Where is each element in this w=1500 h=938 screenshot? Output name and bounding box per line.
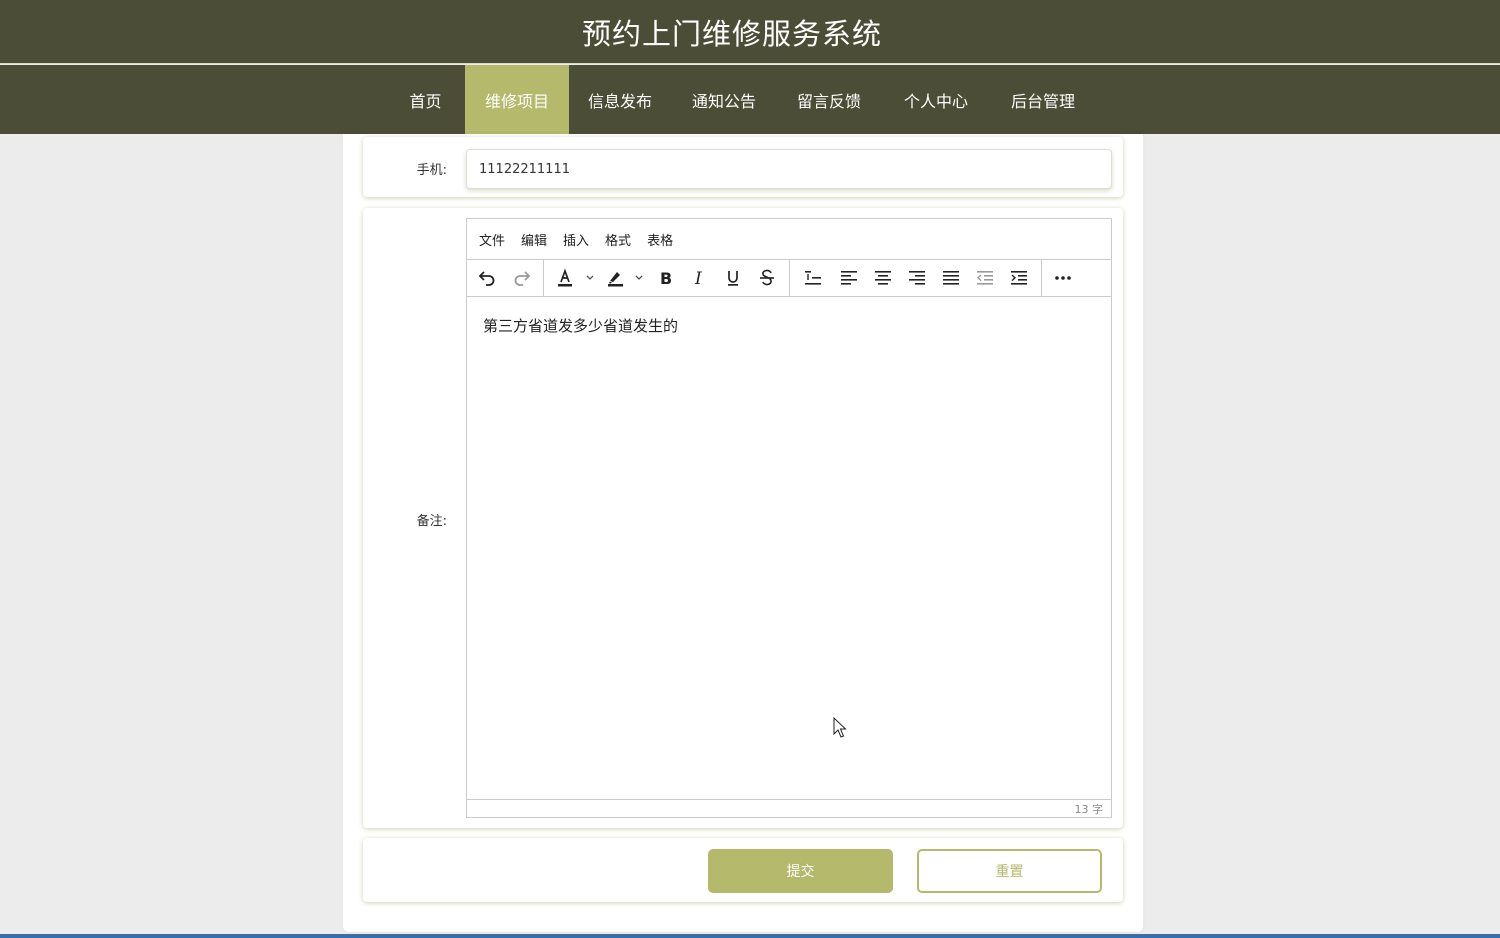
remark-label: 备注: — [416, 514, 447, 529]
align-justify-button[interactable] — [939, 264, 963, 292]
align-right-icon — [909, 271, 925, 285]
strikethrough-button[interactable] — [755, 264, 779, 292]
outdent-icon — [976, 271, 993, 285]
redo-button[interactable] — [510, 264, 534, 292]
word-count: 13 字 — [1074, 802, 1104, 816]
reset-button[interactable]: 重置 — [917, 849, 1102, 893]
nav-item-notices[interactable]: 通知公告 — [676, 65, 772, 134]
site-title: 预约上门维修服务系统 — [581, 16, 882, 51]
align-right-button[interactable] — [905, 264, 929, 292]
more-button[interactable] — [1051, 264, 1075, 292]
submit-button[interactable]: 提交 — [708, 849, 893, 893]
nav-item-home[interactable]: 首页 — [389, 65, 462, 134]
actions-row: 提交 重置 — [363, 838, 1123, 902]
underline-button[interactable] — [721, 264, 745, 292]
menu-table[interactable]: 表格 — [647, 230, 673, 249]
align-justify-icon — [943, 271, 959, 285]
bold-button[interactable]: B — [653, 264, 677, 292]
svg-text:B: B — [660, 269, 672, 288]
bold-icon: B — [660, 269, 672, 288]
mouse-cursor-icon — [833, 717, 847, 738]
phone-row: 手机: — [363, 137, 1123, 197]
underline-icon — [728, 271, 738, 286]
align-center-icon — [875, 271, 891, 285]
toolbar-separator — [1041, 260, 1042, 297]
strikethrough-icon — [760, 269, 774, 286]
nav-item-repair-projects[interactable]: 维修项目 — [465, 65, 569, 134]
form-card: 手机: 备注: 文件 编辑 插入 格式 表格 — [343, 134, 1143, 932]
highlight-color-button[interactable] — [603, 264, 647, 292]
undo-icon — [478, 271, 495, 286]
undo-button[interactable] — [475, 264, 499, 292]
toolbar-separator — [543, 260, 544, 297]
indent-icon — [1011, 271, 1027, 285]
menu-edit[interactable]: 编辑 — [521, 230, 547, 249]
bottom-strip — [0, 934, 1500, 938]
editor-statusbar: 13 字 — [467, 799, 1111, 817]
remark-row: 备注: 文件 编辑 插入 格式 表格 B I 第三方省道发多少省道发生的 13 … — [363, 208, 1123, 828]
text-color-icon — [558, 268, 594, 287]
italic-button[interactable]: I — [687, 264, 711, 292]
menu-file[interactable]: 文件 — [479, 230, 505, 249]
line-height-icon — [805, 271, 821, 285]
editor-toolbar: B I — [467, 259, 1111, 297]
phone-label: 手机: — [416, 163, 447, 178]
more-icon — [1055, 276, 1071, 280]
text-color-button[interactable] — [553, 264, 597, 292]
align-left-icon — [841, 271, 857, 285]
phone-input[interactable] — [466, 149, 1112, 189]
toolbar-separator — [789, 260, 790, 297]
nav-item-personal-center[interactable]: 个人中心 — [888, 65, 984, 134]
nav-item-info-publish[interactable]: 信息发布 — [572, 65, 668, 134]
redo-icon — [514, 271, 531, 286]
site-header: 预约上门维修服务系统 — [0, 0, 1500, 64]
align-center-button[interactable] — [871, 264, 895, 292]
main-nav: 首页 维修项目 信息发布 通知公告 留言反馈 个人中心 后台管理 — [0, 65, 1500, 134]
menu-insert[interactable]: 插入 — [563, 230, 589, 249]
editor-content[interactable]: 第三方省道发多少省道发生的 — [483, 315, 1095, 336]
nav-item-admin[interactable]: 后台管理 — [995, 65, 1091, 134]
outdent-button[interactable] — [973, 264, 997, 292]
rich-text-editor: 文件 编辑 插入 格式 表格 B I 第三方省道发多少省道发生的 13 字 — [466, 218, 1112, 818]
align-left-button[interactable] — [837, 264, 861, 292]
menu-format[interactable]: 格式 — [605, 230, 631, 249]
nav-item-feedback[interactable]: 留言反馈 — [781, 65, 877, 134]
italic-icon: I — [694, 269, 702, 288]
svg-text:I: I — [694, 269, 702, 288]
highlight-color-icon — [608, 272, 643, 287]
editor-menubar: 文件 编辑 插入 格式 表格 — [467, 219, 1111, 259]
line-height-button[interactable] — [801, 264, 825, 292]
indent-button[interactable] — [1007, 264, 1031, 292]
